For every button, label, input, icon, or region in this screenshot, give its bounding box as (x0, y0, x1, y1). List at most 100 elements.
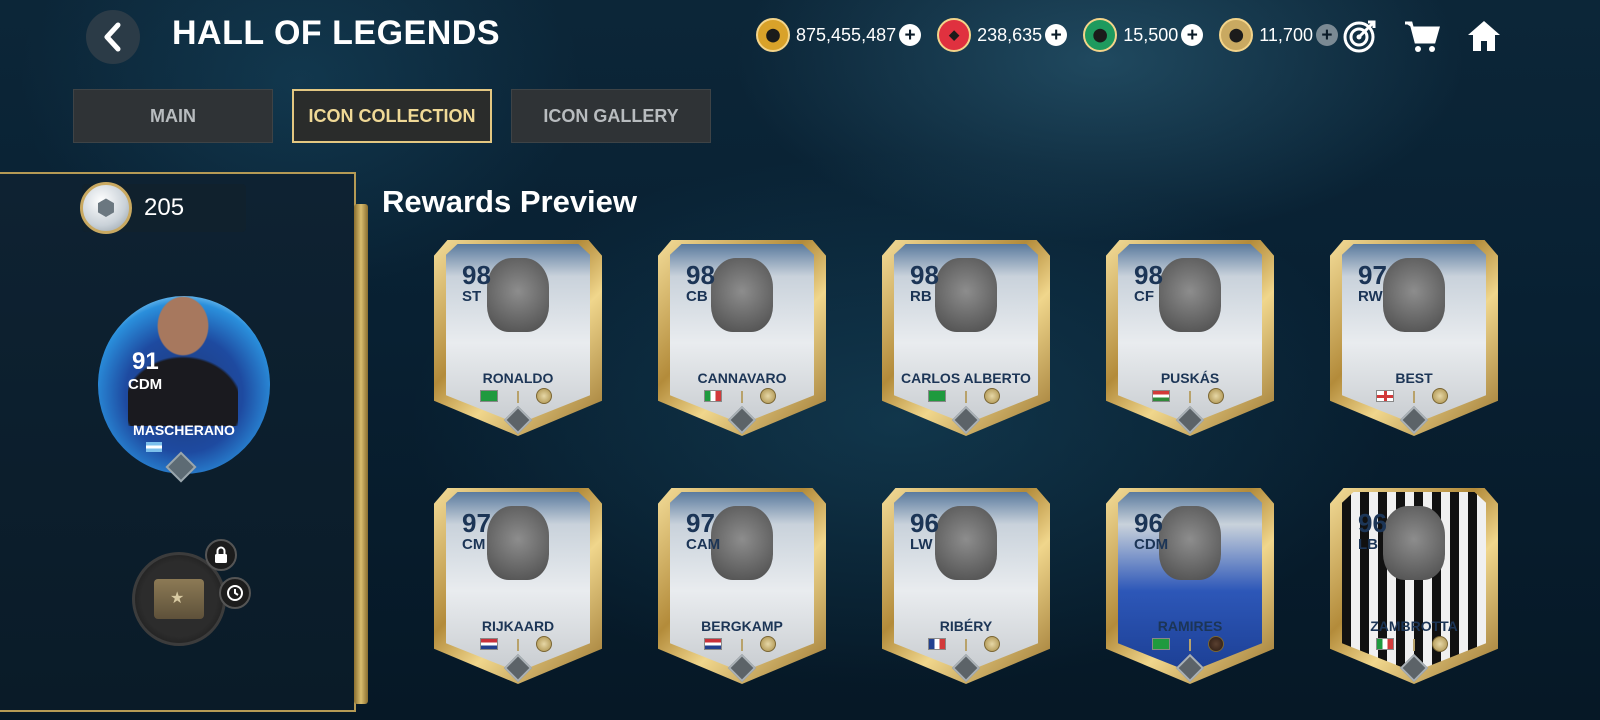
card-name: PUSKÁS (1160, 370, 1220, 386)
add-currency-button[interactable]: + (1045, 24, 1068, 46)
cart-icon[interactable] (1402, 16, 1442, 56)
card-name: BEST (1395, 370, 1433, 386)
add-currency-button[interactable]: + (899, 24, 922, 46)
card-position: CAM (686, 536, 721, 553)
player-portrait (1159, 506, 1221, 580)
currency-bar: ⬤ 875,455,487 + ◆ 238,635 + ⬤ 15,500 + ⬤ 11,700 + (756, 18, 1354, 52)
player-portrait (935, 258, 997, 332)
featured-player-card[interactable]: 91 CDM MASCHERANO (98, 296, 270, 483)
currency-coins: ⬤ 875,455,487 + (756, 18, 922, 52)
currency-value: 238,635 (977, 24, 1043, 45)
token-count: 205 (144, 194, 185, 221)
currency-fc-points: ⬤ 15,500 + (1083, 18, 1204, 52)
club-badge-icon (1208, 388, 1224, 404)
tab-icon-collection[interactable]: ICON COLLECTION (292, 89, 492, 143)
currency-value: 15,500 (1123, 24, 1179, 45)
card-name: RONALDO (482, 370, 554, 386)
football-token-icon: ⬢ (80, 182, 132, 234)
divider (741, 391, 743, 403)
card-position: CF (1134, 288, 1154, 305)
card-rating: 98 (910, 260, 939, 290)
card-name: RIBÉRY (939, 618, 993, 634)
card-rating: 96 (910, 508, 939, 538)
page-title: HALL OF LEGENDS (172, 14, 500, 52)
player-card[interactable]: 97 RW BEST (1328, 240, 1500, 440)
card-rating: 98 (686, 260, 715, 290)
argentina-flag-icon (146, 442, 162, 452)
player-portrait (1159, 258, 1221, 332)
player-card[interactable]: 96 LW RIBÉRY (880, 488, 1052, 688)
player-card[interactable]: 97 CAM BERGKAMP (656, 488, 828, 688)
club-badge-icon (1208, 636, 1224, 652)
add-currency-button[interactable]: + (1181, 24, 1204, 46)
netherlands-flag-icon (480, 638, 498, 650)
rewards-preview-title: Rewards Preview (382, 184, 638, 219)
tab-bar: MAIN ICON COLLECTION ICON GALLERY (73, 89, 730, 143)
currency-icon-tokens: ⬤ 11,700 + (1219, 18, 1338, 52)
player-card[interactable]: 98 RB CARLOS ALBERTO (880, 240, 1052, 440)
currency-value: 11,700 (1259, 24, 1313, 45)
divider (1413, 639, 1415, 651)
england-flag-icon (1376, 390, 1394, 402)
player-card[interactable]: 98 CB CANNAVARO (656, 240, 828, 440)
featured-rating: 91 (132, 348, 159, 375)
player-card[interactable]: 98 ST RONALDO (432, 240, 604, 440)
tab-main[interactable]: MAIN (73, 89, 273, 143)
add-currency-button[interactable]: + (1315, 24, 1338, 46)
club-badge-icon (760, 636, 776, 652)
club-badge-icon (1432, 636, 1448, 652)
chest-icon (154, 579, 204, 619)
divider (1413, 391, 1415, 403)
fc-points-icon: ⬤ (1083, 18, 1118, 52)
player-card[interactable]: 98 CF PUSKÁS (1104, 240, 1276, 440)
hungary-flag-icon (1152, 390, 1170, 402)
club-badge-icon (760, 388, 776, 404)
card-position: ST (462, 288, 482, 305)
player-portrait (1383, 258, 1445, 332)
card-position: RW (1358, 288, 1383, 305)
clock-icon (219, 577, 251, 609)
card-position: CB (686, 288, 708, 305)
icon-collection-panel: ⬢ 205 91 CDM MASCHERANO (0, 172, 368, 712)
card-name: CARLOS ALBERTO (901, 370, 1031, 386)
player-portrait (487, 258, 549, 332)
player-portrait (1383, 506, 1445, 580)
currency-gems: ◆ 238,635 + (937, 18, 1068, 52)
italy-flag-icon (1376, 638, 1394, 650)
home-icon[interactable] (1464, 16, 1504, 56)
player-card[interactable]: 97 CM RIJKAARD (432, 488, 604, 688)
chevron-left-icon (104, 22, 121, 52)
token-counter: ⬢ 205 (80, 182, 246, 234)
back-button[interactable] (86, 10, 140, 64)
card-position: CDM (1134, 536, 1169, 553)
brazil-flag-icon (928, 390, 946, 402)
player-portrait (711, 258, 773, 332)
target-icon[interactable] (1340, 16, 1380, 56)
player-portrait (711, 506, 773, 580)
club-badge-icon (984, 636, 1000, 652)
player-portrait (935, 506, 997, 580)
tab-icon-gallery[interactable]: ICON GALLERY (511, 89, 711, 143)
card-rating: 96 (1358, 508, 1387, 538)
card-name: BERGKAMP (701, 618, 783, 634)
player-card[interactable]: 96 LB ZAMBROTTA (1328, 488, 1500, 688)
netherlands-flag-icon (704, 638, 722, 650)
gem-icon: ◆ (937, 18, 972, 52)
card-name: RAMIRES (1157, 618, 1223, 634)
card-name: ZAMBROTTA (1370, 618, 1458, 634)
card-rating: 97 (686, 508, 715, 538)
brazil-flag-icon (1152, 638, 1170, 650)
card-position: LB (1358, 536, 1378, 553)
divider (965, 639, 967, 651)
divider (965, 391, 967, 403)
player-portrait (487, 506, 549, 580)
card-name: RIJKAARD (481, 618, 555, 634)
featured-position: CDM (128, 376, 163, 393)
token-icon: ⬤ (1219, 18, 1254, 52)
italy-flag-icon (704, 390, 722, 402)
card-position: CM (462, 536, 486, 553)
divider (741, 639, 743, 651)
player-card[interactable]: 96 CDM RAMIRES (1104, 488, 1276, 688)
card-rating: 97 (462, 508, 491, 538)
featured-name: MASCHERANO (133, 422, 235, 438)
